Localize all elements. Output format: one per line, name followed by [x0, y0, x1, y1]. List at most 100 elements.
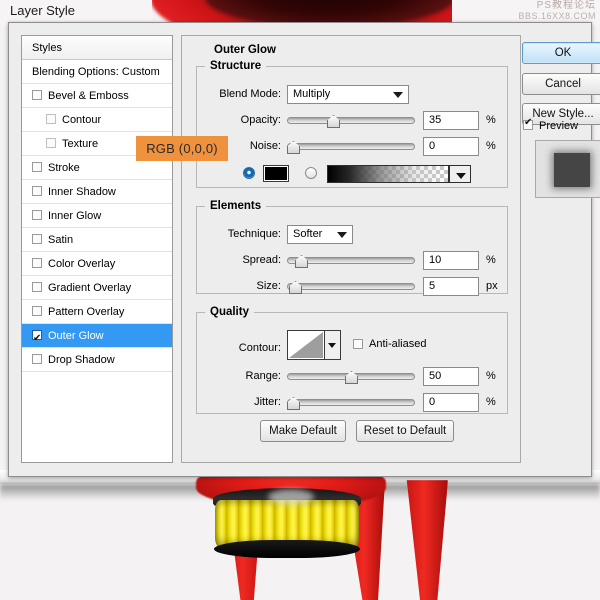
label-satin: Satin: [48, 234, 73, 246]
anti-aliased-checkbox[interactable]: [353, 339, 363, 349]
contour-preview[interactable]: [287, 330, 325, 360]
elements-legend: Elements: [205, 200, 266, 212]
label-gradient-overlay: Gradient Overlay: [48, 282, 131, 294]
jitter-slider-track: [287, 399, 415, 406]
size-unit: px: [486, 280, 498, 292]
checkbox-satin[interactable]: [32, 234, 42, 244]
noise-slider[interactable]: [287, 138, 415, 157]
background-black-ring-bottom: [214, 540, 360, 558]
size-slider-track: [287, 283, 415, 290]
sidebar-item-inner-glow[interactable]: Inner Glow: [22, 204, 172, 228]
blend-mode-value: Multiply: [293, 88, 330, 100]
noise-value: 0: [429, 140, 435, 152]
checkbox-stroke[interactable]: [32, 162, 42, 172]
opacity-input[interactable]: 35: [423, 111, 479, 130]
blending-options-row[interactable]: Blending Options: Custom: [22, 60, 172, 84]
checkbox-color-overlay[interactable]: [32, 258, 42, 268]
glow-gradient-radio[interactable]: [305, 167, 317, 179]
range-label: Range:: [203, 370, 281, 382]
blending-options-label: Blending Options: Custom: [32, 66, 160, 78]
spread-input[interactable]: 10: [423, 251, 479, 270]
sidebar-item-pattern-overlay[interactable]: Pattern Overlay: [22, 300, 172, 324]
sidebar-item-bevel-emboss[interactable]: Bevel & Emboss: [22, 84, 172, 108]
opacity-slider[interactable]: [287, 112, 415, 131]
effect-title: Outer Glow: [214, 44, 276, 56]
checkbox-gradient-overlay[interactable]: [32, 282, 42, 292]
label-bevel-emboss: Bevel & Emboss: [48, 90, 129, 102]
structure-group: Structure Blend Mode: Multiply Opacity: …: [196, 60, 508, 188]
annotation-badge: RGB (0,0,0): [136, 136, 228, 161]
range-input[interactable]: 50: [423, 367, 479, 386]
watermark: PS教程论坛 BBS.16XX8.COM: [518, 1, 596, 21]
opacity-value: 35: [429, 114, 441, 126]
technique-label: Technique:: [203, 228, 281, 240]
cancel-button[interactable]: Cancel: [522, 73, 600, 95]
jitter-slider[interactable]: [287, 394, 415, 413]
window-title: Layer Style: [10, 3, 75, 18]
range-slider[interactable]: [287, 368, 415, 387]
label-inner-shadow: Inner Shadow: [48, 186, 116, 198]
effect-settings-panel: Outer Glow Structure Blend Mode: Multipl…: [181, 35, 521, 463]
background-highlight: [268, 489, 314, 505]
blend-mode-label: Blend Mode:: [203, 88, 281, 100]
checkbox-drop-shadow[interactable]: [32, 354, 42, 364]
jitter-value: 0: [429, 396, 435, 408]
jitter-input[interactable]: 0: [423, 393, 479, 412]
contour-curve-icon: [289, 332, 323, 358]
preview-thumbnail: [535, 140, 600, 198]
checkbox-bevel-emboss[interactable]: [32, 90, 42, 100]
watermark-line-1: PS教程论坛: [518, 1, 596, 11]
spread-label: Spread:: [203, 254, 281, 266]
reset-to-default-button[interactable]: Reset to Default: [356, 420, 454, 442]
opacity-unit: %: [486, 114, 496, 126]
glow-gradient-dropdown[interactable]: [449, 165, 471, 183]
sidebar-item-contour[interactable]: Contour: [22, 108, 172, 132]
structure-legend: Structure: [205, 60, 266, 72]
chevron-down-icon: [393, 92, 403, 98]
sidebar-item-outer-glow[interactable]: Outer Glow: [22, 324, 172, 348]
label-pattern-overlay: Pattern Overlay: [48, 306, 124, 318]
watermark-line-2: BBS.16XX8.COM: [518, 11, 596, 21]
label-inner-glow: Inner Glow: [48, 210, 101, 222]
checkbox-pattern-overlay[interactable]: [32, 306, 42, 316]
glow-color-solid-radio[interactable]: [243, 167, 255, 179]
sidebar-item-gradient-overlay[interactable]: Gradient Overlay: [22, 276, 172, 300]
label-stroke: Stroke: [48, 162, 80, 174]
glow-gradient-preview[interactable]: [327, 165, 449, 183]
contour-label: Contour:: [203, 342, 281, 354]
size-label: Size:: [203, 280, 281, 292]
preview-toggle[interactable]: Preview: [523, 120, 578, 132]
preview-checkbox[interactable]: [523, 120, 533, 130]
spread-value: 10: [429, 254, 441, 266]
contour-dropdown[interactable]: [325, 330, 341, 360]
opacity-slider-track: [287, 117, 415, 124]
checkbox-inner-shadow[interactable]: [32, 186, 42, 196]
sidebar-item-satin[interactable]: Satin: [22, 228, 172, 252]
jitter-unit: %: [486, 396, 496, 408]
noise-slider-track: [287, 143, 415, 150]
sidebar-item-color-overlay[interactable]: Color Overlay: [22, 252, 172, 276]
noise-input[interactable]: 0: [423, 137, 479, 156]
ok-button[interactable]: OK: [522, 42, 600, 64]
quality-group: Quality Contour: Anti-aliased Range: 50 …: [196, 306, 508, 414]
blend-mode-select[interactable]: Multiply: [287, 85, 409, 104]
size-input[interactable]: 5: [423, 277, 479, 296]
sidebar-item-drop-shadow[interactable]: Drop Shadow: [22, 348, 172, 372]
styles-list-header: Styles: [22, 36, 172, 60]
make-default-button[interactable]: Make Default: [260, 420, 346, 442]
glow-color-swatch[interactable]: [263, 165, 289, 182]
checkbox-texture[interactable]: [46, 138, 56, 148]
label-contour: Contour: [62, 114, 101, 126]
spread-unit: %: [486, 254, 496, 266]
sidebar-item-inner-shadow[interactable]: Inner Shadow: [22, 180, 172, 204]
size-slider[interactable]: [287, 278, 415, 297]
elements-group: Elements Technique: Softer Spread: 10 % …: [196, 200, 508, 294]
checkbox-contour[interactable]: [46, 114, 56, 124]
jitter-label: Jitter:: [203, 396, 281, 408]
noise-unit: %: [486, 140, 496, 152]
checkbox-outer-glow[interactable]: [32, 330, 42, 340]
layer-style-dialog: Styles Blending Options: Custom Bevel & …: [8, 22, 592, 477]
checkbox-inner-glow[interactable]: [32, 210, 42, 220]
technique-select[interactable]: Softer: [287, 225, 353, 244]
spread-slider[interactable]: [287, 252, 415, 271]
